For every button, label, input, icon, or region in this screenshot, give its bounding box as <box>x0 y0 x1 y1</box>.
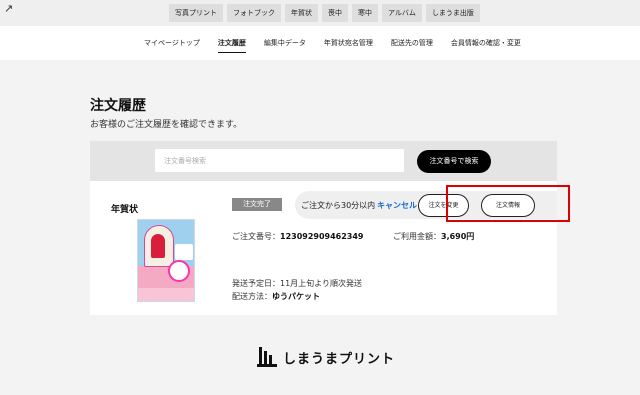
category-tab-photo-print[interactable]: 写真プリント <box>169 4 223 22</box>
footer-brand[interactable]: しまうまプリント <box>257 347 395 367</box>
order-amount-label: ご利用金額： <box>393 232 441 241</box>
order-number-value: 123092909462349 <box>280 232 364 241</box>
nav-editing-data[interactable]: 編集中データ <box>264 38 306 53</box>
ship-date: 発送予定日：11月上旬より順次発送 <box>232 278 362 289</box>
ship-method: 配送方法：ゆうパケット <box>232 291 320 302</box>
category-tab-mourning[interactable]: 喪中 <box>322 4 348 22</box>
mypage-nav: マイページトップ 注文履歴 編集中データ 年賀状宛名管理 配送先の管理 会員情報… <box>0 26 640 60</box>
nav-shipping-addresses[interactable]: 配送先の管理 <box>391 38 433 53</box>
ship-method-value: ゆうパケット <box>272 292 320 301</box>
page-title: 注文履歴 <box>90 98 146 114</box>
category-tab-new-year-card[interactable]: 年賀状 <box>285 4 318 22</box>
brand-name: しまうまプリント <box>283 351 396 367</box>
cancel-link[interactable]: キャンセル <box>377 200 417 211</box>
category-tabs: 写真プリント フォトブック 年賀状 喪中 寒中 アルバム しまうま出版 <box>169 4 484 22</box>
category-bar: ↗ 写真プリント フォトブック 年賀状 喪中 寒中 アルバム しまうま出版 <box>0 0 640 26</box>
order-number-search-input[interactable] <box>155 149 404 172</box>
category-tab-album[interactable]: アルバム <box>382 4 422 22</box>
shimauma-logo-icon <box>257 347 277 367</box>
nav-order-history[interactable]: 注文履歴 <box>217 38 246 53</box>
category-tab-winter[interactable]: 寒中 <box>352 4 378 22</box>
order-amount-value: 3,690円 <box>441 232 475 241</box>
order-amount: ご利用金額：3,690円 <box>393 231 474 242</box>
category-tab-photobook[interactable]: フォトブック <box>227 4 281 22</box>
category-tab-publishing[interactable]: しまうま出版 <box>425 4 480 22</box>
nav-mypage-top[interactable]: マイページトップ <box>144 38 200 53</box>
nav-address-book[interactable]: 年賀状宛名管理 <box>324 38 373 53</box>
product-name: 年賀状 <box>111 205 139 215</box>
order-search-panel: 注文番号で検索 <box>90 141 557 181</box>
external-link-icon[interactable]: ↗ <box>4 2 13 15</box>
ship-date-value: 11月上旬より順次発送 <box>280 279 363 288</box>
page-subtitle: お客様のご注文履歴を確認できます。 <box>90 120 243 130</box>
highlight-box <box>446 185 570 222</box>
order-number: ご注文番号：123092909462349 <box>232 231 364 242</box>
ship-method-label: 配送方法： <box>232 292 272 301</box>
status-badge: 注文完了 <box>232 198 282 211</box>
ship-date-label: 発送予定日： <box>232 279 280 288</box>
search-by-order-number-button[interactable]: 注文番号で検索 <box>417 150 491 173</box>
nav-member-info[interactable]: 会員情報の確認・変更 <box>451 38 521 53</box>
order-number-label: ご注文番号： <box>232 232 280 241</box>
product-thumbnail[interactable] <box>137 219 195 302</box>
cancel-note: ご注文から30分以内 <box>301 201 376 210</box>
